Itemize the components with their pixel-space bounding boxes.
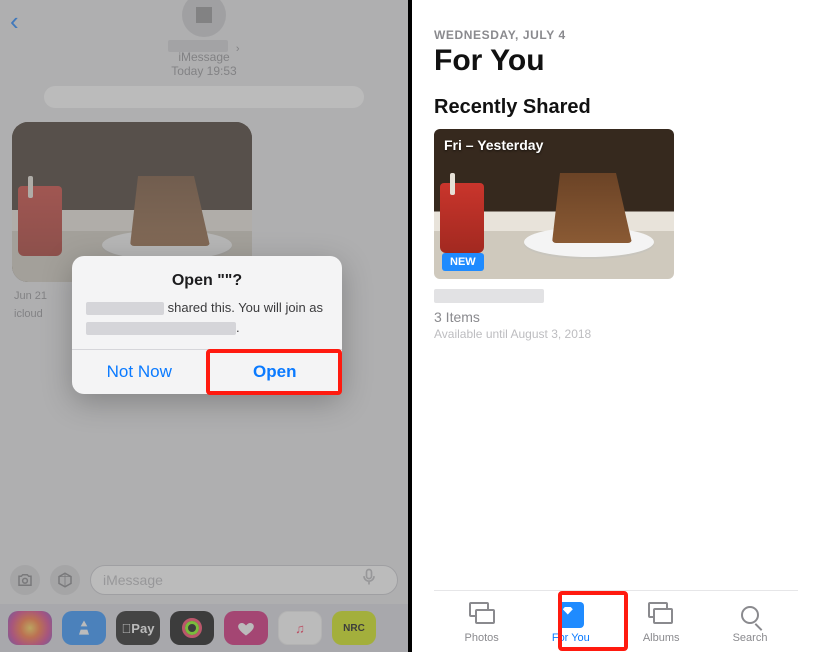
photos-stack-icon	[469, 602, 495, 628]
bubble-source: icloud	[14, 308, 43, 320]
contact-name-redacted	[168, 40, 228, 52]
app-heart-icon[interactable]	[224, 611, 268, 645]
avatar-placeholder-icon	[196, 7, 212, 23]
dialog-message: shared this. You will join as .	[86, 298, 328, 337]
app-activity-icon[interactable]	[170, 611, 214, 645]
card-item-count: 3 Items	[434, 309, 674, 325]
contact-avatar[interactable]	[182, 0, 226, 37]
not-now-button[interactable]: Not Now	[72, 350, 207, 394]
app-music-icon[interactable]: ♫	[278, 611, 322, 645]
imessage-app-strip[interactable]: Pay ♫ NRC	[0, 604, 408, 652]
app-photos-icon[interactable]	[8, 611, 52, 645]
open-button[interactable]: Open	[208, 350, 343, 394]
bubble-date: Jun 21	[14, 290, 47, 302]
card-expiry: Available until August 3, 2018	[434, 327, 674, 341]
join-as-redacted	[86, 322, 236, 335]
new-badge: NEW	[442, 253, 484, 271]
app-apple-pay-icon[interactable]: Pay	[116, 611, 160, 645]
section-recently-shared: Recently Shared	[434, 96, 798, 119]
camera-icon[interactable]	[10, 565, 40, 595]
app-store-icon[interactable]	[62, 611, 106, 645]
photos-tab-bar: Photos For You Albums Search	[434, 590, 798, 652]
chevron-right-icon: ›	[236, 43, 240, 55]
compose-bar: iMessage	[0, 560, 408, 600]
shared-album-card[interactable]: Fri – Yesterday NEW 3 Items Available un…	[434, 129, 674, 341]
tab-albums[interactable]: Albums	[643, 602, 680, 644]
messages-navbar: ‹ ›	[0, 0, 408, 42]
sender-name-redacted	[86, 302, 164, 315]
dialog-title: Open ""?	[86, 272, 328, 290]
albums-stack-icon	[648, 602, 674, 628]
contact-name-row[interactable]: ›	[168, 39, 239, 57]
timestamp-label: Today 19:53	[0, 64, 408, 78]
tab-search[interactable]: Search	[733, 602, 768, 644]
card-owner-redacted	[434, 289, 544, 303]
shared-album-thumbnail: Fri – Yesterday NEW	[434, 129, 674, 279]
app-drawer-icon[interactable]	[50, 565, 80, 595]
photos-for-you-screen: WEDNESDAY, JULY 4 For You Recently Share…	[408, 0, 820, 652]
dateline: WEDNESDAY, JULY 4	[434, 28, 798, 42]
messages-screen: ‹ › iMessage Today 19:53 Jun 21 icloud	[0, 0, 408, 652]
search-icon	[737, 602, 763, 628]
microphone-icon[interactable]	[359, 567, 385, 593]
message-placeholder: iMessage	[103, 572, 163, 588]
card-date-range: Fri – Yesterday	[444, 137, 543, 153]
app-nrc-icon[interactable]: NRC	[332, 611, 376, 645]
dialog-button-row: Not Now Open	[72, 349, 342, 394]
tab-for-you[interactable]: For You	[552, 602, 590, 644]
message-input[interactable]: iMessage	[90, 565, 398, 595]
open-share-dialog: Open ""? shared this. You will join as .…	[72, 256, 342, 394]
subject-capsule-redacted	[44, 86, 364, 108]
back-chevron-icon[interactable]: ‹	[10, 6, 19, 37]
page-title: For You	[434, 44, 798, 78]
tab-photos[interactable]: Photos	[465, 602, 499, 644]
for-you-heart-icon	[558, 602, 584, 628]
